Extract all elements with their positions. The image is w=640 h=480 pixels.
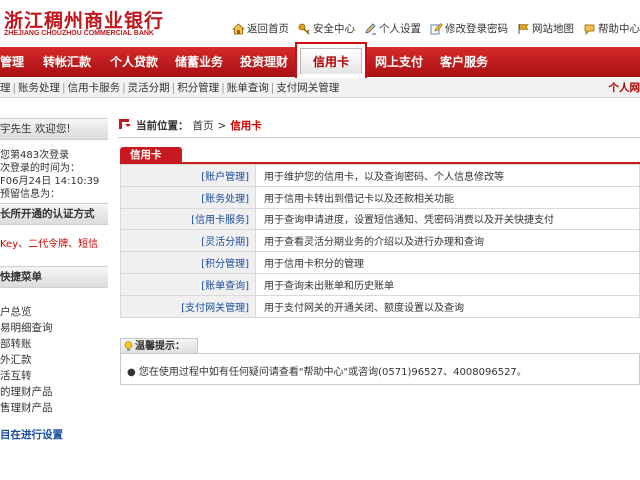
breadcrumb-divider: [118, 137, 640, 138]
quick-link-my-products[interactable]: 的理财产品: [0, 384, 53, 399]
login-count: 您第483次登录: [0, 150, 70, 161]
nav-item-loans[interactable]: 个人贷款: [110, 47, 158, 77]
nav-item-investment[interactable]: 投资理财: [240, 47, 288, 77]
personal-settings-label: 个人设置: [379, 23, 421, 35]
left-sidebar: 宇先生 欢迎您! 您第483次登录 次登录的时间为： F06月24日 14:10…: [0, 112, 108, 480]
table-row: [账务处理] 用于信用卡转出到借记卡以及还款相关功能: [120, 185, 640, 209]
service-points-link[interactable]: [积分管理]: [120, 251, 256, 274]
tips-box: 温馨提示： ● 您在使用过程中如有任何疑问请查看"帮助中心"或咨询(0571)9…: [120, 338, 640, 388]
table-row: [灵活分期] 用于查看灵活分期业务的介绍以及进行办理和查询: [120, 229, 640, 253]
location-arrow-icon: [118, 118, 132, 133]
service-description: 用于支付网关的开通关闭、额度设置以及查询: [255, 294, 640, 318]
tips-body: ● 您在使用过程中如有任何疑问请查看"帮助中心"或咨询(0571)96527、4…: [120, 353, 640, 385]
subnav-item-bills[interactable]: 账单查询: [227, 82, 269, 94]
last-login-time: F06月24日 14:10:39: [0, 176, 100, 187]
service-card-service-link[interactable]: [信用卡服务]: [120, 207, 256, 231]
security-center-label: 安全中心: [313, 23, 355, 35]
service-description: 用于查看灵活分期业务的介绍以及进行办理和查询: [255, 229, 640, 253]
service-description: 用于维护您的信用卡，以及查询密码、个人信息修改等: [255, 164, 640, 187]
nav-item-customer-service[interactable]: 客户服务: [440, 47, 488, 77]
quick-menu-header: 快捷菜单: [0, 266, 108, 288]
sitemap-label: 网站地图: [532, 23, 574, 35]
service-description: 用于信用卡积分的管理: [255, 251, 640, 274]
pencil-icon: [364, 22, 377, 35]
home-link[interactable]: 返回首页: [231, 21, 289, 36]
home-icon: [231, 22, 246, 35]
nav-item-credit-card-highlight: 信用卡: [295, 42, 367, 82]
subnav-item-points[interactable]: 积分管理: [177, 82, 219, 94]
edit-icon: [430, 22, 443, 35]
tips-title: 温馨提示：: [135, 341, 185, 352]
nav-item-manage[interactable]: 管理: [0, 47, 24, 77]
help-icon: [583, 23, 596, 35]
auth-methods-title: 长所开通的认证方式: [0, 208, 95, 220]
service-gateway-link[interactable]: [支付网关管理]: [120, 294, 256, 318]
breadcrumb-label: 当前位置：: [136, 120, 189, 132]
quick-menu-title: 快捷菜单: [0, 271, 42, 283]
welcome-header: 宇先生 欢迎您!: [0, 118, 108, 140]
service-account-management-link[interactable]: [账户管理]: [120, 164, 256, 187]
table-row: [账户管理] 用于维护您的信用卡，以及查询密码、个人信息修改等: [120, 164, 640, 187]
bank-logo[interactable]: 浙江稠州商业银行: [4, 6, 164, 33]
service-installments-link[interactable]: [灵活分期]: [120, 229, 256, 253]
last-login-label: 次登录的时间为：: [0, 163, 80, 174]
service-description: 用于查询申请进度，设置短信通知、凭密码消费以及开关快捷支付: [255, 207, 640, 231]
quick-link-remittance[interactable]: 外汇款: [0, 352, 32, 367]
service-account-processing-link[interactable]: [账务处理]: [120, 185, 256, 209]
change-password-label: 修改登录密码: [445, 23, 508, 35]
top-links: 返回首页 安全中心 个人设置 修改登录密码 网站地图 帮助中心: [231, 21, 640, 36]
breadcrumb: 当前位置： 首页 > 信用卡: [118, 118, 262, 133]
change-password-link[interactable]: 修改登录密码: [430, 21, 508, 36]
subnav-item-gateway[interactable]: 支付网关管理: [276, 82, 339, 94]
subnav-item-partial[interactable]: 理: [0, 82, 11, 94]
help-center-link[interactable]: 帮助中心: [583, 21, 640, 36]
sub-nav-items: 理 | 账务处理 | 信用卡服务 | 灵活分期 | 积分管理 | 账单查询 | 支付网关管理: [0, 82, 340, 94]
welcome-text: 宇先生 欢迎您!: [0, 123, 71, 135]
breadcrumb-current: 信用卡: [230, 120, 262, 132]
subnav-right-label[interactable]: 个人网: [609, 78, 640, 98]
header: 浙江稠州商业银行 ZHEJIANG CHOUZHOU COMMERCIAL BA…: [0, 0, 640, 46]
quick-link-transaction-query[interactable]: 易明细查询: [0, 320, 53, 335]
quick-link-internal-transfer[interactable]: 部转账: [0, 336, 32, 351]
security-center-link[interactable]: 安全中心: [298, 21, 355, 36]
help-center-label: 帮助中心: [598, 23, 640, 35]
auth-methods-list: Key、二代令牌、短信: [0, 239, 99, 250]
subnav-item-card-service[interactable]: 信用卡服务: [68, 82, 121, 94]
subnav-item-account-processing[interactable]: 账务处理: [18, 82, 60, 94]
table-row: [积分管理] 用于信用卡积分的管理: [120, 251, 640, 274]
personal-settings-link[interactable]: 个人设置: [364, 21, 421, 36]
section-tab: 信用卡: [120, 147, 182, 163]
quick-link-products-on-sale[interactable]: 售理财产品: [0, 400, 53, 415]
reserved-info-label: 预留信息为：: [0, 189, 60, 200]
service-description: 用于信用卡转出到借记卡以及还款相关功能: [255, 185, 640, 209]
home-link-label: 返回首页: [247, 23, 289, 35]
in-progress-settings-link[interactable]: 目在进行设置: [0, 427, 63, 442]
nav-item-savings[interactable]: 储蓄业务: [175, 47, 223, 77]
tips-header: 温馨提示：: [120, 338, 198, 354]
nav-item-credit-card[interactable]: 信用卡: [300, 48, 362, 74]
tips-text: ● 您在使用过程中如有任何疑问请查看"帮助中心"或咨询(0571)96527、4…: [127, 367, 527, 378]
credit-card-services-table: [账户管理] 用于维护您的信用卡，以及查询密码、个人信息修改等 [账务处理] 用…: [120, 164, 640, 318]
nav-item-online-payment[interactable]: 网上支付: [375, 47, 423, 77]
breadcrumb-separator: >: [217, 119, 227, 132]
auth-methods-header: 长所开通的认证方式: [0, 203, 108, 225]
table-row: [信用卡服务] 用于查询申请进度，设置短信通知、凭密码消费以及开关快捷支付: [120, 207, 640, 231]
table-row: [账单查询] 用于查询未出账单和历史账单: [120, 272, 640, 296]
key-icon: [298, 23, 311, 35]
flag-icon: [517, 23, 530, 35]
lightbulb-icon: [124, 341, 133, 352]
sitemap-link[interactable]: 网站地图: [517, 21, 574, 36]
bank-logo-english: ZHEJIANG CHOUZHOU COMMERCIAL BANK: [4, 30, 154, 37]
table-row: [支付网关管理] 用于支付网关的开通关闭、额度设置以及查询: [120, 294, 640, 318]
nav-item-transfer[interactable]: 转帐汇款: [43, 47, 91, 77]
service-bill-query-link[interactable]: [账单查询]: [120, 272, 256, 296]
sub-nav: 理 | 账务处理 | 信用卡服务 | 灵活分期 | 积分管理 | 账单查询 | 支付网关管理 个人网: [0, 78, 640, 98]
service-description: 用于查询未出账单和历史账单: [255, 272, 640, 296]
quick-link-current-transfer[interactable]: 活互转: [0, 368, 32, 383]
quick-link-account-overview[interactable]: 户总览: [0, 304, 32, 319]
subnav-item-installments[interactable]: 灵活分期: [128, 82, 170, 94]
breadcrumb-home[interactable]: 首页: [193, 118, 214, 133]
